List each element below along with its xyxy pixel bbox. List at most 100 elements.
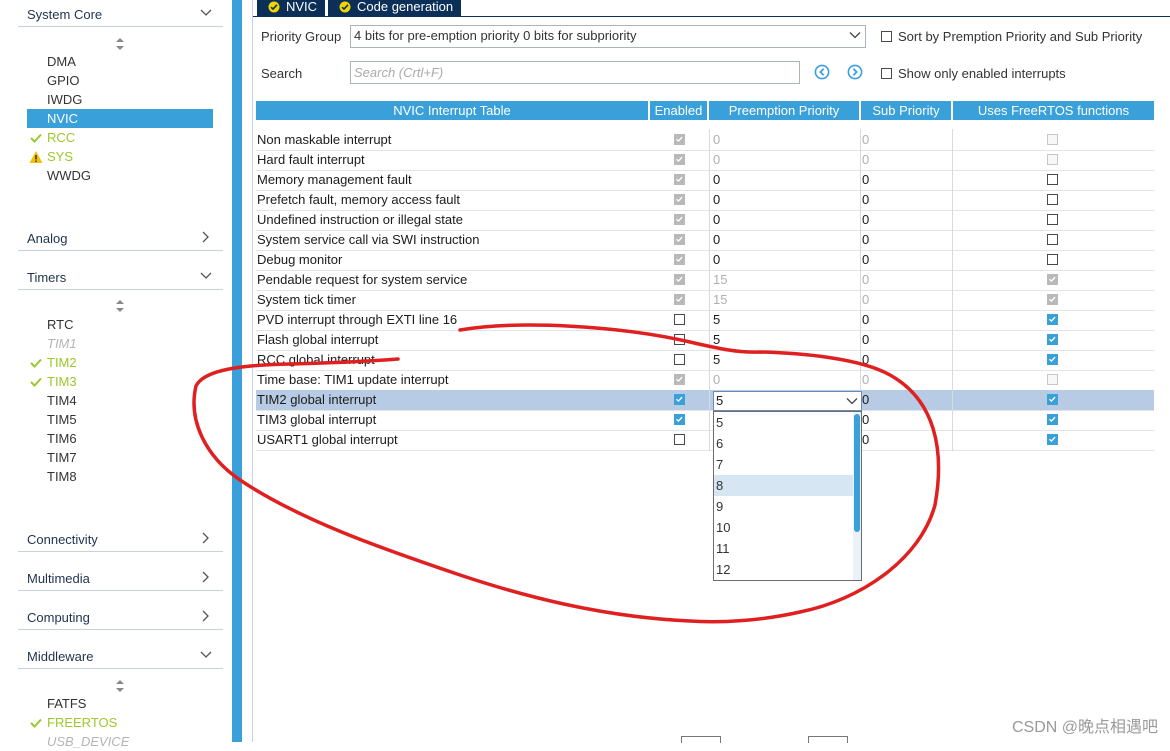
preemption-priority-cell[interactable]: 0 bbox=[713, 250, 720, 270]
table-row[interactable]: TIM3 global interrupt 0 bbox=[256, 410, 1154, 431]
sidebar-item-gpio[interactable]: GPIO bbox=[27, 71, 213, 90]
priority-group-select[interactable]: 4 bits for pre-emption priority 0 bits f… bbox=[350, 25, 866, 48]
enabled-checkbox[interactable] bbox=[674, 234, 685, 245]
sidebar-item-tim7[interactable]: TIM7 bbox=[27, 448, 213, 467]
enabled-checkbox[interactable] bbox=[674, 314, 685, 325]
enabled-checkbox[interactable] bbox=[674, 414, 685, 425]
enabled-checkbox[interactable] bbox=[674, 334, 685, 345]
table-row[interactable]: System tick timer 15 0 bbox=[256, 290, 1154, 311]
table-row[interactable]: Pendable request for system service 15 0 bbox=[256, 270, 1154, 291]
enabled-checkbox[interactable] bbox=[674, 174, 685, 185]
table-row[interactable]: USART1 global interrupt 0 bbox=[256, 430, 1154, 451]
dropdown-option[interactable]: 6 bbox=[714, 433, 853, 454]
freertos-checkbox[interactable] bbox=[1047, 434, 1058, 445]
sub-priority-cell[interactable]: 0 bbox=[862, 170, 869, 190]
sub-priority-cell[interactable]: 0 bbox=[862, 290, 869, 310]
enabled-checkbox[interactable] bbox=[674, 354, 685, 365]
preemption-priority-cell[interactable]: 0 bbox=[713, 190, 720, 210]
preemption-priority-cell[interactable]: 5 bbox=[713, 310, 720, 330]
table-row[interactable]: Prefetch fault, memory access fault 0 0 bbox=[256, 190, 1154, 211]
enabled-checkbox[interactable] bbox=[674, 214, 685, 225]
dropdown-scroll-thumb[interactable] bbox=[854, 414, 860, 532]
enabled-checkbox[interactable] bbox=[674, 154, 685, 165]
preemption-priority-cell[interactable]: 0 bbox=[713, 130, 720, 150]
sidebar-item-tim5[interactable]: TIM5 bbox=[27, 410, 213, 429]
category-middleware[interactable]: Middleware bbox=[18, 646, 223, 669]
dropdown-option[interactable]: 9 bbox=[714, 496, 853, 517]
table-row[interactable]: TIM2 global interrupt 0 bbox=[256, 390, 1154, 411]
sub-priority-cell[interactable]: 0 bbox=[862, 270, 869, 290]
enabled-checkbox[interactable] bbox=[674, 294, 685, 305]
sub-priority-cell[interactable]: 0 bbox=[862, 150, 869, 170]
dropdown-option[interactable]: 11 bbox=[714, 538, 853, 559]
table-row[interactable]: Non maskable interrupt 0 0 bbox=[256, 130, 1154, 151]
search-input[interactable] bbox=[351, 62, 799, 83]
enabled-checkbox[interactable] bbox=[674, 434, 685, 445]
freertos-checkbox[interactable] bbox=[1047, 414, 1058, 425]
category-connectivity[interactable]: Connectivity bbox=[18, 529, 223, 552]
dropdown-option[interactable]: 5 bbox=[714, 412, 853, 433]
sub-priority-cell[interactable]: 0 bbox=[862, 250, 869, 270]
freertos-checkbox[interactable] bbox=[1047, 294, 1058, 305]
sidebar-item-nvic[interactable]: NVIC bbox=[27, 109, 213, 128]
col-header-name[interactable]: NVIC Interrupt Table bbox=[256, 101, 648, 120]
category-timers[interactable]: Timers bbox=[18, 267, 223, 290]
freertos-checkbox[interactable] bbox=[1047, 154, 1058, 165]
preemption-priority-cell[interactable]: 5 bbox=[713, 330, 720, 350]
preemption-priority-cell[interactable]: 15 bbox=[713, 270, 727, 290]
enabled-checkbox[interactable] bbox=[674, 274, 685, 285]
freertos-checkbox[interactable] bbox=[1047, 274, 1058, 285]
sidebar-item-tim3[interactable]: TIM3 bbox=[27, 372, 213, 391]
sidebar-item-freertos[interactable]: FREERTOS bbox=[27, 713, 213, 732]
table-row[interactable]: Debug monitor 0 0 bbox=[256, 250, 1154, 271]
sub-priority-cell[interactable]: 0 bbox=[862, 430, 869, 450]
table-row[interactable]: System service call via SWI instruction 0… bbox=[256, 230, 1154, 251]
sidebar-item-tim4[interactable]: TIM4 bbox=[27, 391, 213, 410]
show-enabled-checkbox[interactable] bbox=[881, 68, 892, 79]
dropdown-option[interactable]: 8 bbox=[714, 475, 853, 496]
col-header-preemption[interactable]: Preemption Priority bbox=[709, 101, 859, 120]
freertos-checkbox[interactable] bbox=[1047, 314, 1058, 325]
table-row[interactable]: PVD interrupt through EXTI line 16 5 0 bbox=[256, 310, 1154, 331]
sub-priority-cell[interactable]: 0 bbox=[862, 330, 869, 350]
freertos-checkbox[interactable] bbox=[1047, 354, 1058, 365]
dropdown-scrollbar[interactable] bbox=[853, 412, 861, 580]
sub-priority-cell[interactable]: 0 bbox=[862, 310, 869, 330]
sub-priority-cell[interactable]: 0 bbox=[862, 390, 869, 410]
table-row[interactable]: Time base: TIM1 update interrupt 0 0 bbox=[256, 370, 1154, 391]
preemption-priority-combo[interactable]: 5 bbox=[713, 391, 862, 411]
tab-nvic[interactable]: NVIC bbox=[257, 0, 325, 16]
col-header-freertos[interactable]: Uses FreeRTOS functions bbox=[953, 101, 1154, 120]
sort-icon[interactable] bbox=[114, 37, 126, 51]
sidebar-item-fatfs[interactable]: FATFS bbox=[27, 694, 213, 713]
sidebar-item-dma[interactable]: DMA bbox=[27, 52, 213, 71]
table-row[interactable]: Flash global interrupt 5 0 bbox=[256, 330, 1154, 351]
freertos-checkbox[interactable] bbox=[1047, 334, 1058, 345]
freertos-checkbox[interactable] bbox=[1047, 374, 1058, 385]
tab-code-generation[interactable]: Code generation bbox=[328, 0, 461, 16]
sub-priority-cell[interactable]: 0 bbox=[862, 190, 869, 210]
preemption-priority-cell[interactable]: 0 bbox=[713, 210, 720, 230]
sub-priority-cell[interactable]: 0 bbox=[862, 230, 869, 250]
freertos-checkbox[interactable] bbox=[1047, 394, 1058, 405]
preemption-priority-cell[interactable]: 15 bbox=[713, 290, 727, 310]
col-header-enabled[interactable]: Enabled bbox=[650, 101, 707, 120]
preemption-priority-dropdown-list[interactable]: 12 11 10 9 8 7 6 5 bbox=[713, 411, 862, 581]
enabled-checkbox[interactable] bbox=[674, 194, 685, 205]
dropdown-option[interactable]: 10 bbox=[714, 517, 853, 538]
sidebar-item-tim8[interactable]: TIM8 bbox=[27, 467, 213, 486]
search-next-icon[interactable] bbox=[847, 64, 863, 80]
enabled-checkbox[interactable] bbox=[674, 134, 685, 145]
sort-priority-checkbox[interactable] bbox=[881, 31, 892, 42]
sidebar-item-tim1[interactable]: TIM1 bbox=[27, 334, 213, 353]
freertos-checkbox[interactable] bbox=[1047, 214, 1058, 225]
sidebar-item-iwdg[interactable]: IWDG bbox=[27, 90, 213, 109]
preemption-priority-cell[interactable]: 0 bbox=[713, 150, 720, 170]
sub-priority-cell[interactable]: 0 bbox=[862, 130, 869, 150]
sidebar-item-tim6[interactable]: TIM6 bbox=[27, 429, 213, 448]
enabled-checkbox[interactable] bbox=[674, 374, 685, 385]
preemption-priority-cell[interactable]: 5 bbox=[713, 350, 720, 370]
freertos-checkbox[interactable] bbox=[1047, 234, 1058, 245]
sub-priority-cell[interactable]: 0 bbox=[862, 210, 869, 230]
search-field[interactable] bbox=[350, 61, 800, 84]
